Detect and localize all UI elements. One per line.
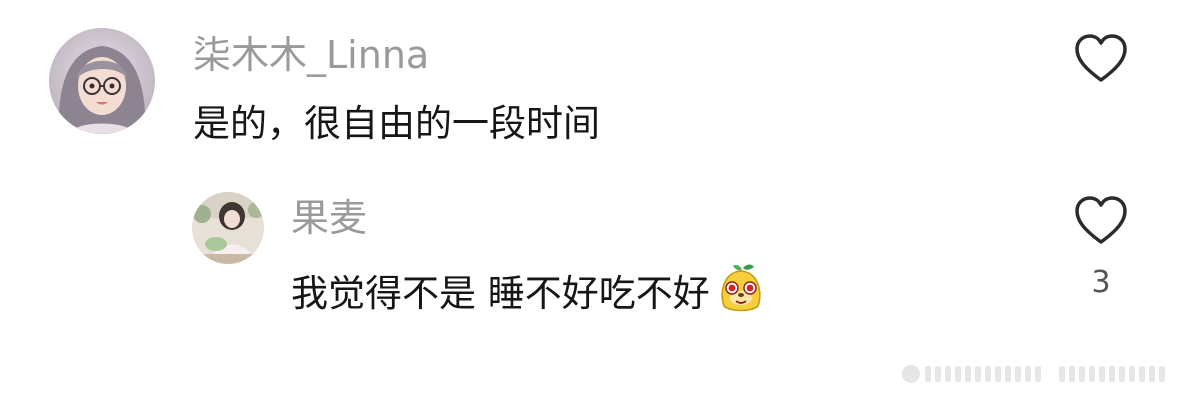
comment-text: 是的，很自由的一段时间 bbox=[193, 102, 600, 145]
avatar[interactable] bbox=[192, 192, 264, 264]
reply-username[interactable]: 果麦 bbox=[291, 196, 367, 240]
comment-username[interactable]: 柒木木_Linna bbox=[193, 33, 429, 77]
avatar[interactable] bbox=[49, 28, 155, 134]
watermark-graphic bbox=[899, 362, 1169, 390]
heart-outline-icon bbox=[1075, 196, 1127, 244]
reply-text: 我觉得不是 睡不好吃不好 bbox=[291, 262, 766, 325]
reply-text-content: 我觉得不是 睡不好吃不好 bbox=[291, 272, 710, 315]
like-count: 3 bbox=[1091, 265, 1111, 300]
heart-outline-icon bbox=[1075, 34, 1127, 82]
like-button[interactable] bbox=[1073, 194, 1129, 250]
mascot-emoji-icon bbox=[716, 262, 766, 325]
like-button[interactable] bbox=[1073, 32, 1129, 88]
